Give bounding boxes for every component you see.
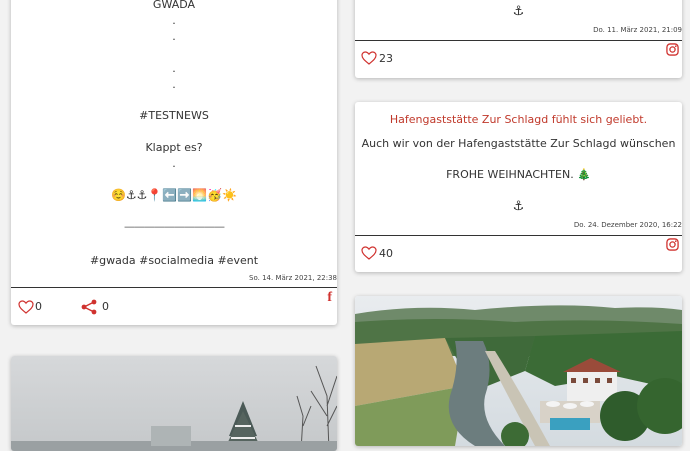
post-text-line: GWADA: [152, 0, 196, 11]
share-count: 0: [102, 300, 109, 313]
post-text-line: .: [172, 14, 176, 27]
heart-icon[interactable]: [361, 51, 377, 65]
post-card-3: Hafengaststätte Zur Schlagd fühlt sich g…: [355, 102, 682, 272]
post-photo: [355, 296, 682, 446]
post-text-line: Auch wir von der Hafengaststätte Zur Sch…: [361, 137, 676, 150]
like-count: 0: [35, 300, 42, 313]
post-separator: [355, 235, 682, 236]
post-card-2: ⚓ Do. 11. März 2021, 21:09 23: [355, 0, 682, 78]
post-separator: [355, 40, 682, 41]
post-divider-text: ——————————: [124, 220, 225, 233]
post-text-line: #TESTNEWS: [139, 109, 209, 122]
like-count: 23: [379, 52, 393, 65]
post-date: Do. 24. Dezember 2020, 16:22: [573, 221, 682, 229]
post-text-line: FROHE WEIHNACHTEN. 🎄: [446, 168, 591, 181]
post-title: Hafengaststätte Zur Schlagd fühlt sich g…: [389, 113, 648, 126]
post-text-line: .: [172, 78, 176, 91]
like-count: 40: [379, 247, 393, 260]
heart-icon[interactable]: [18, 300, 34, 314]
post-text-line: .: [172, 30, 176, 43]
facebook-icon[interactable]: f: [327, 290, 332, 306]
post-hashtags: #gwada #socialmedia #event: [89, 254, 259, 267]
post-text-line: ⚓: [512, 4, 525, 19]
post-date: So. 14. März 2021, 22:38: [249, 274, 337, 282]
post-separator: [11, 287, 337, 288]
post-card-1: GWADA . . . . #TESTNEWS Klappt es? . ☺️⚓…: [11, 0, 337, 325]
post-text-line: Klappt es?: [145, 141, 203, 154]
instagram-icon[interactable]: [666, 43, 679, 56]
post-text-line: .: [172, 157, 176, 170]
share-icon[interactable]: [81, 299, 97, 315]
heart-icon[interactable]: [361, 246, 377, 260]
post-card-5: [355, 296, 682, 446]
post-emoji-line: ☺️⚓⚓📍⬅️➡️🌅🥳☀️: [110, 188, 238, 202]
post-text-line: ⚓: [512, 199, 525, 214]
post-date: Do. 11. März 2021, 21:09: [593, 26, 682, 34]
instagram-icon[interactable]: [666, 238, 679, 251]
post-text-line: .: [172, 62, 176, 75]
